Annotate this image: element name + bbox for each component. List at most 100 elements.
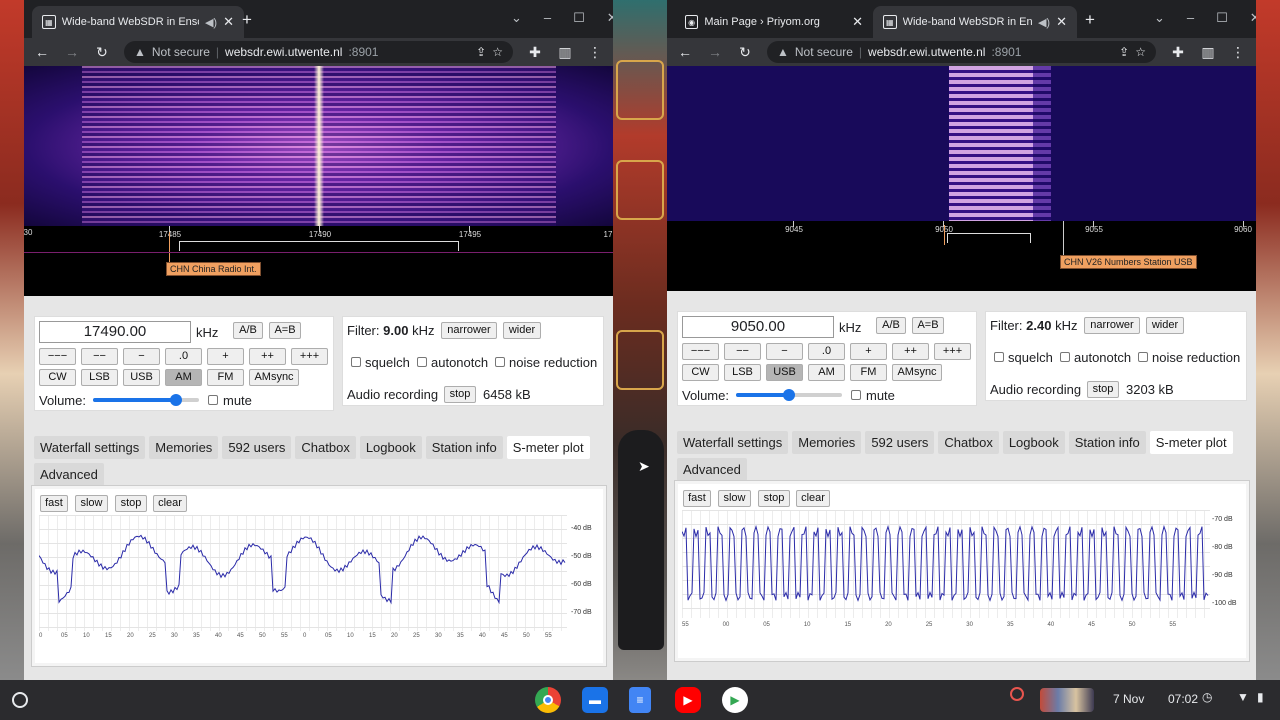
tab-chatbox[interactable]: Chatbox xyxy=(295,436,356,459)
mode-lsb-button[interactable]: LSB xyxy=(81,369,118,386)
frequency-input[interactable]: 9050.00 xyxy=(682,316,834,338)
mode-usb-button[interactable]: USB xyxy=(766,364,803,381)
minimize-icon[interactable]: – xyxy=(1187,10,1194,26)
narrower-button[interactable]: narrower xyxy=(1084,317,1140,334)
tab-station-info[interactable]: Station info xyxy=(1068,431,1146,454)
maximize-icon[interactable]: ☐ xyxy=(573,10,585,26)
round-button[interactable]: .0 xyxy=(808,343,845,360)
bookmark-star-icon[interactable]: ☆ xyxy=(1135,45,1146,59)
tab-search-icon[interactable]: ⌄ xyxy=(1154,10,1165,26)
station-label[interactable]: CHN V26 Numbers Station USB xyxy=(1060,255,1197,269)
mute-checkbox[interactable] xyxy=(851,390,861,400)
smeter-clear-button[interactable]: clear xyxy=(153,495,187,512)
side-panel-icon[interactable]: ▥ xyxy=(1200,44,1216,61)
mode-fm-button[interactable]: FM xyxy=(850,364,887,381)
docs-icon[interactable]: ≡ xyxy=(629,687,651,713)
squelch-checkbox[interactable] xyxy=(994,352,1004,362)
frequency-scale[interactable]: 30 17485 17490 17495 17 CHN China Radio … xyxy=(24,226,613,296)
narrower-button[interactable]: narrower xyxy=(441,322,497,339)
smeter-fast-button[interactable]: fast xyxy=(40,495,68,512)
tab-chatbox[interactable]: Chatbox xyxy=(938,431,999,454)
smeter-slow-button[interactable]: slow xyxy=(75,495,108,512)
step-down-3-button[interactable]: −−− xyxy=(682,343,719,360)
close-window-icon[interactable]: ✕ xyxy=(1250,10,1256,26)
bookmark-star-icon[interactable]: ☆ xyxy=(492,45,503,59)
screen-capture-thumbnail[interactable] xyxy=(1040,688,1094,712)
station-label[interactable]: CHN China Radio Int. xyxy=(166,262,261,276)
files-icon[interactable]: ▬ xyxy=(582,687,608,713)
extensions-icon[interactable]: ✚ xyxy=(1170,44,1186,61)
smeter-fast-button[interactable]: fast xyxy=(683,490,711,507)
tab-logbook[interactable]: Logbook xyxy=(359,436,422,459)
smeter-slow-button[interactable]: slow xyxy=(718,490,751,507)
mode-usb-button[interactable]: USB xyxy=(123,369,160,386)
back-icon[interactable]: ← xyxy=(34,44,50,60)
wider-button[interactable]: wider xyxy=(1146,317,1184,334)
passband-indicator[interactable] xyxy=(947,233,1031,243)
browser-tab-websdr[interactable]: ▦ Wide-band WebSDR in Ensc ◀) ✕ xyxy=(873,6,1077,38)
record-indicator-icon[interactable] xyxy=(1010,687,1024,701)
waterfall-display[interactable] xyxy=(24,66,613,226)
tab-waterfall-settings[interactable]: Waterfall settings xyxy=(677,431,789,454)
step-down-3-button[interactable]: −−− xyxy=(39,348,76,365)
chrome-icon[interactable] xyxy=(535,687,561,713)
reload-icon[interactable]: ↻ xyxy=(94,44,110,61)
noise-reduction-checkbox[interactable] xyxy=(1138,352,1148,362)
autonotch-checkbox[interactable] xyxy=(417,357,427,367)
close-tab-icon[interactable]: ✕ xyxy=(1056,14,1067,30)
forward-icon[interactable]: → xyxy=(64,44,80,60)
tab-waterfall-settings[interactable]: Waterfall settings xyxy=(34,436,146,459)
a-equals-b-button[interactable]: A=B xyxy=(912,317,944,334)
warning-icon[interactable]: ▲ xyxy=(134,45,146,59)
step-down-1-button[interactable]: − xyxy=(123,348,160,365)
back-icon[interactable]: ← xyxy=(677,44,693,60)
step-up-1-button[interactable]: + xyxy=(850,343,887,360)
step-up-3-button[interactable]: +++ xyxy=(934,343,971,360)
tab-users[interactable]: 592 users xyxy=(222,436,292,459)
step-up-3-button[interactable]: +++ xyxy=(291,348,328,365)
time-label[interactable]: 07:02 xyxy=(1168,692,1198,706)
frequency-input[interactable]: 17490.00 xyxy=(39,321,191,343)
date-label[interactable]: 7 Nov xyxy=(1113,692,1144,706)
noise-reduction-checkbox[interactable] xyxy=(495,357,505,367)
warning-icon[interactable]: ▲ xyxy=(777,45,789,59)
tab-search-icon[interactable]: ⌄ xyxy=(511,10,522,26)
tab-smeter-plot[interactable]: S-meter plot xyxy=(506,436,590,459)
play-store-icon[interactable]: ▶ xyxy=(722,687,748,713)
menu-kebab-icon[interactable]: ⋮ xyxy=(1230,44,1246,61)
browser-tab-priyom[interactable]: ◉ Main Page › Priyom.org ✕ xyxy=(675,6,873,38)
launcher-icon[interactable] xyxy=(12,692,28,708)
wider-button[interactable]: wider xyxy=(503,322,541,339)
mode-amsync-button[interactable]: AMsync xyxy=(249,369,299,386)
step-down-1-button[interactable]: − xyxy=(766,343,803,360)
tab-advanced[interactable]: Advanced xyxy=(34,463,104,486)
mode-am-button[interactable]: AM xyxy=(808,364,845,381)
side-panel-icon[interactable]: ▥ xyxy=(557,44,573,61)
step-up-2-button[interactable]: ++ xyxy=(249,348,286,365)
step-down-2-button[interactable]: −− xyxy=(81,348,118,365)
mode-fm-button[interactable]: FM xyxy=(207,369,244,386)
share-icon[interactable]: ⇪ xyxy=(1119,45,1129,59)
extensions-icon[interactable]: ✚ xyxy=(527,44,543,61)
do-not-disturb-icon[interactable]: ◷ xyxy=(1202,690,1212,704)
tab-station-info[interactable]: Station info xyxy=(425,436,503,459)
tab-memories[interactable]: Memories xyxy=(149,436,219,459)
waterfall-display[interactable] xyxy=(667,66,1256,221)
mode-am-button[interactable]: AM xyxy=(165,369,202,386)
mode-cw-button[interactable]: CW xyxy=(682,364,719,381)
stop-recording-button[interactable]: stop xyxy=(1087,381,1119,398)
step-up-2-button[interactable]: ++ xyxy=(892,343,929,360)
close-tab-icon[interactable]: ✕ xyxy=(223,14,234,30)
share-icon[interactable]: ⇪ xyxy=(476,45,486,59)
frequency-scale[interactable]: 9045 9050 9055 9060 CHN V26 Numbers Stat… xyxy=(667,221,1256,291)
tab-logbook[interactable]: Logbook xyxy=(1002,431,1065,454)
battery-icon[interactable]: ▮ xyxy=(1257,690,1264,704)
mute-checkbox[interactable] xyxy=(208,395,218,405)
stop-recording-button[interactable]: stop xyxy=(444,386,476,403)
browser-tab-websdr[interactable]: ▦ Wide-band WebSDR in Ensc ◀) ✕ xyxy=(32,6,244,38)
mode-amsync-button[interactable]: AMsync xyxy=(892,364,942,381)
menu-kebab-icon[interactable]: ⋮ xyxy=(587,44,603,61)
tab-memories[interactable]: Memories xyxy=(792,431,862,454)
passband-indicator[interactable] xyxy=(179,241,459,251)
minimize-icon[interactable]: – xyxy=(544,10,551,26)
